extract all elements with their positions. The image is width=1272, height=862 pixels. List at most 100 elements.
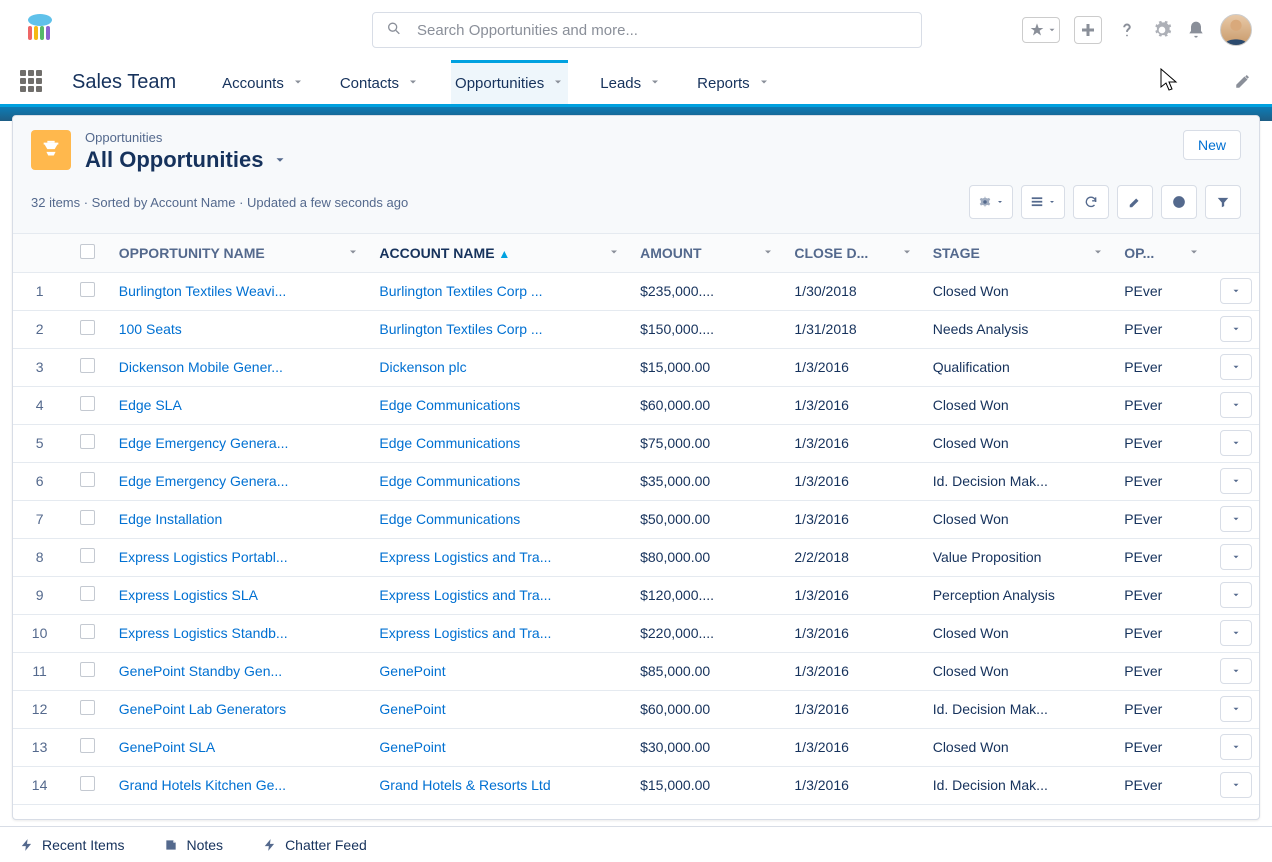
row-checkbox[interactable] (80, 738, 95, 753)
row-checkbox[interactable] (80, 776, 95, 791)
row-checkbox[interactable] (80, 510, 95, 525)
row-checkbox[interactable] (80, 396, 95, 411)
opportunity-link[interactable]: Express Logistics SLA (119, 587, 258, 603)
row-select[interactable] (66, 500, 109, 538)
row-actions-button[interactable] (1220, 696, 1252, 722)
row-select[interactable] (66, 652, 109, 690)
opportunity-link[interactable]: Dickenson Mobile Gener... (119, 359, 283, 375)
account-link[interactable]: Express Logistics and Tra... (379, 549, 551, 565)
row-actions-button[interactable] (1220, 544, 1252, 570)
row-actions-button[interactable] (1220, 430, 1252, 456)
search-input[interactable] (372, 12, 922, 48)
row-checkbox[interactable] (80, 700, 95, 715)
account-link[interactable]: Dickenson plc (379, 359, 466, 375)
row-checkbox[interactable] (80, 662, 95, 677)
setup-gear-icon[interactable] (1152, 20, 1172, 40)
row-actions-button[interactable] (1220, 316, 1252, 342)
filter-button[interactable] (1205, 185, 1241, 219)
row-actions-button[interactable] (1220, 582, 1252, 608)
row-actions-button[interactable] (1220, 278, 1252, 304)
opportunity-link[interactable]: GenePoint SLA (119, 739, 216, 755)
row-checkbox[interactable] (80, 586, 95, 601)
row-select[interactable] (66, 424, 109, 462)
favorites-button[interactable] (1022, 17, 1060, 43)
col-opportunity[interactable]: OPPORTUNITY NAME (109, 234, 370, 272)
select-all-checkbox[interactable] (80, 244, 95, 259)
row-select[interactable] (66, 614, 109, 652)
row-select[interactable] (66, 386, 109, 424)
account-link[interactable]: Express Logistics and Tra... (379, 625, 551, 641)
opportunity-link[interactable]: 100 Seats (119, 321, 182, 337)
row-checkbox[interactable] (80, 472, 95, 487)
row-actions-button[interactable] (1220, 354, 1252, 380)
col-account[interactable]: ACCOUNT NAME ▲ (369, 234, 630, 272)
chevron-down-icon[interactable] (552, 75, 564, 92)
opportunity-link[interactable]: Grand Hotels Kitchen Ge... (119, 777, 286, 793)
list-controls-button[interactable] (969, 185, 1013, 219)
inline-edit-button[interactable] (1117, 185, 1153, 219)
user-avatar[interactable] (1220, 14, 1252, 46)
nav-item-accounts[interactable]: Accounts (218, 60, 308, 104)
row-checkbox[interactable] (80, 624, 95, 639)
chevron-down-icon[interactable] (292, 75, 304, 92)
list-table-scroll[interactable]: OPPORTUNITY NAME ACCOUNT NAME ▲ AMOUNT C… (13, 234, 1259, 819)
row-actions-button[interactable] (1220, 658, 1252, 684)
row-checkbox[interactable] (80, 548, 95, 563)
account-link[interactable]: Burlington Textiles Corp ... (379, 283, 542, 299)
account-link[interactable]: Edge Communications (379, 473, 520, 489)
opportunity-link[interactable]: Burlington Textiles Weavi... (119, 283, 287, 299)
row-actions-button[interactable] (1220, 734, 1252, 760)
help-icon[interactable] (1116, 19, 1138, 41)
account-link[interactable]: GenePoint (379, 663, 445, 679)
row-select[interactable] (66, 310, 109, 348)
new-button[interactable]: New (1183, 130, 1241, 160)
refresh-button[interactable] (1073, 185, 1109, 219)
col-owner[interactable]: OP... (1114, 234, 1210, 272)
account-link[interactable]: Edge Communications (379, 511, 520, 527)
col-amount[interactable]: AMOUNT (630, 234, 784, 272)
chatter-feed-button[interactable]: Chatter Feed (263, 837, 367, 853)
chevron-down-icon[interactable] (649, 75, 661, 92)
row-actions-button[interactable] (1220, 772, 1252, 798)
nav-item-opportunities[interactable]: Opportunities (451, 60, 568, 104)
global-create-button[interactable] (1074, 16, 1102, 44)
row-checkbox[interactable] (80, 320, 95, 335)
opportunity-link[interactable]: GenePoint Lab Generators (119, 701, 286, 717)
notifications-bell-icon[interactable] (1186, 20, 1206, 40)
row-select[interactable] (66, 538, 109, 576)
chevron-down-icon[interactable] (758, 75, 770, 92)
list-view-title[interactable]: All Opportunities (85, 147, 287, 173)
row-select[interactable] (66, 272, 109, 310)
nav-item-reports[interactable]: Reports (693, 60, 774, 104)
row-checkbox[interactable] (80, 434, 95, 449)
col-stage[interactable]: STAGE (923, 234, 1115, 272)
account-link[interactable]: GenePoint (379, 739, 445, 755)
opportunity-link[interactable]: Edge Installation (119, 511, 223, 527)
notes-button[interactable]: Notes (164, 837, 223, 853)
row-actions-button[interactable] (1220, 468, 1252, 494)
recent-items-button[interactable]: Recent Items (20, 837, 124, 853)
row-checkbox[interactable] (80, 282, 95, 297)
row-actions-button[interactable] (1220, 506, 1252, 532)
row-select[interactable] (66, 728, 109, 766)
chart-button[interactable] (1161, 185, 1197, 219)
row-checkbox[interactable] (80, 358, 95, 373)
row-actions-button[interactable] (1220, 392, 1252, 418)
opportunity-link[interactable]: Edge SLA (119, 397, 182, 413)
opportunity-link[interactable]: Edge Emergency Genera... (119, 473, 289, 489)
row-actions-button[interactable] (1220, 620, 1252, 646)
account-link[interactable]: Grand Hotels & Resorts Ltd (379, 777, 550, 793)
row-select[interactable] (66, 462, 109, 500)
account-link[interactable]: Edge Communications (379, 435, 520, 451)
account-link[interactable]: Burlington Textiles Corp ... (379, 321, 542, 337)
app-launcher-icon[interactable] (20, 70, 44, 94)
chevron-down-icon[interactable] (407, 75, 419, 92)
col-close-date[interactable]: CLOSE D... (784, 234, 922, 272)
row-select[interactable] (66, 766, 109, 804)
opportunity-link[interactable]: Edge Emergency Genera... (119, 435, 289, 451)
account-link[interactable]: Edge Communications (379, 397, 520, 413)
nav-item-leads[interactable]: Leads (596, 60, 665, 104)
account-link[interactable]: GenePoint (379, 701, 445, 717)
row-select[interactable] (66, 690, 109, 728)
col-select-all[interactable] (66, 234, 109, 272)
